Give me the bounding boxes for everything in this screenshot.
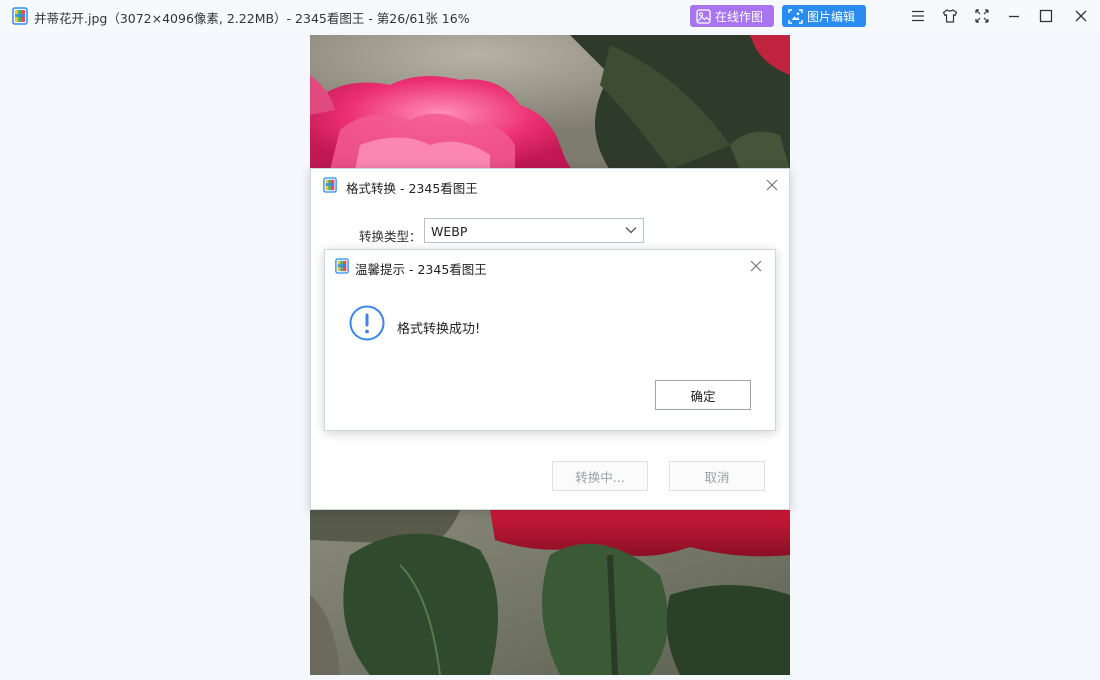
close-icon[interactable]	[748, 258, 764, 274]
tip-dialog-header: 温馨提示 - 2345看图王	[325, 250, 775, 282]
convert-dialog-title: 格式转换 - 2345看图王	[346, 181, 478, 196]
app-logo-icon	[335, 258, 349, 274]
minimize-icon[interactable]	[1004, 6, 1024, 26]
online-design-label: 在线作图	[715, 9, 764, 24]
title-bar: 并蒂花开.jpg（3072×4096像素, 2.22MB）- 2345看图王 -…	[0, 0, 1100, 32]
image-edit-icon	[788, 8, 803, 24]
design-icon	[696, 8, 711, 24]
convert-type-value: WEBP	[431, 224, 468, 239]
convert-type-label: 转换类型：	[359, 229, 422, 244]
cancel-button[interactable]: 取消	[669, 461, 765, 491]
chevron-down-icon	[625, 227, 637, 234]
online-design-button[interactable]: 在线作图	[690, 5, 774, 27]
info-exclamation-icon	[349, 305, 385, 341]
tip-message: 格式转换成功!	[397, 322, 481, 337]
tip-dialog: 温馨提示 - 2345看图王 格式转换成功! 确定	[324, 249, 776, 431]
app-logo-icon	[323, 177, 337, 193]
image-edit-label: 图片编辑	[807, 9, 856, 24]
tip-dialog-title: 温馨提示 - 2345看图王	[355, 262, 487, 277]
close-icon[interactable]	[764, 177, 780, 193]
close-icon[interactable]	[1071, 6, 1091, 26]
converting-button[interactable]: 转换中...	[552, 461, 648, 491]
convert-type-select[interactable]: WEBP	[424, 218, 644, 243]
fullscreen-icon[interactable]	[972, 6, 992, 26]
maximize-icon[interactable]	[1036, 6, 1056, 26]
ok-button[interactable]: 确定	[655, 380, 751, 410]
window-title: 并蒂花开.jpg（3072×4096像素, 2.22MB）- 2345看图王 -…	[34, 11, 470, 26]
image-edit-button[interactable]: 图片编辑	[782, 5, 866, 27]
menu-icon[interactable]	[908, 6, 928, 26]
convert-dialog-header: 格式转换 - 2345看图王	[311, 169, 789, 201]
skin-icon[interactable]	[940, 6, 960, 26]
app-logo-icon	[12, 7, 28, 25]
